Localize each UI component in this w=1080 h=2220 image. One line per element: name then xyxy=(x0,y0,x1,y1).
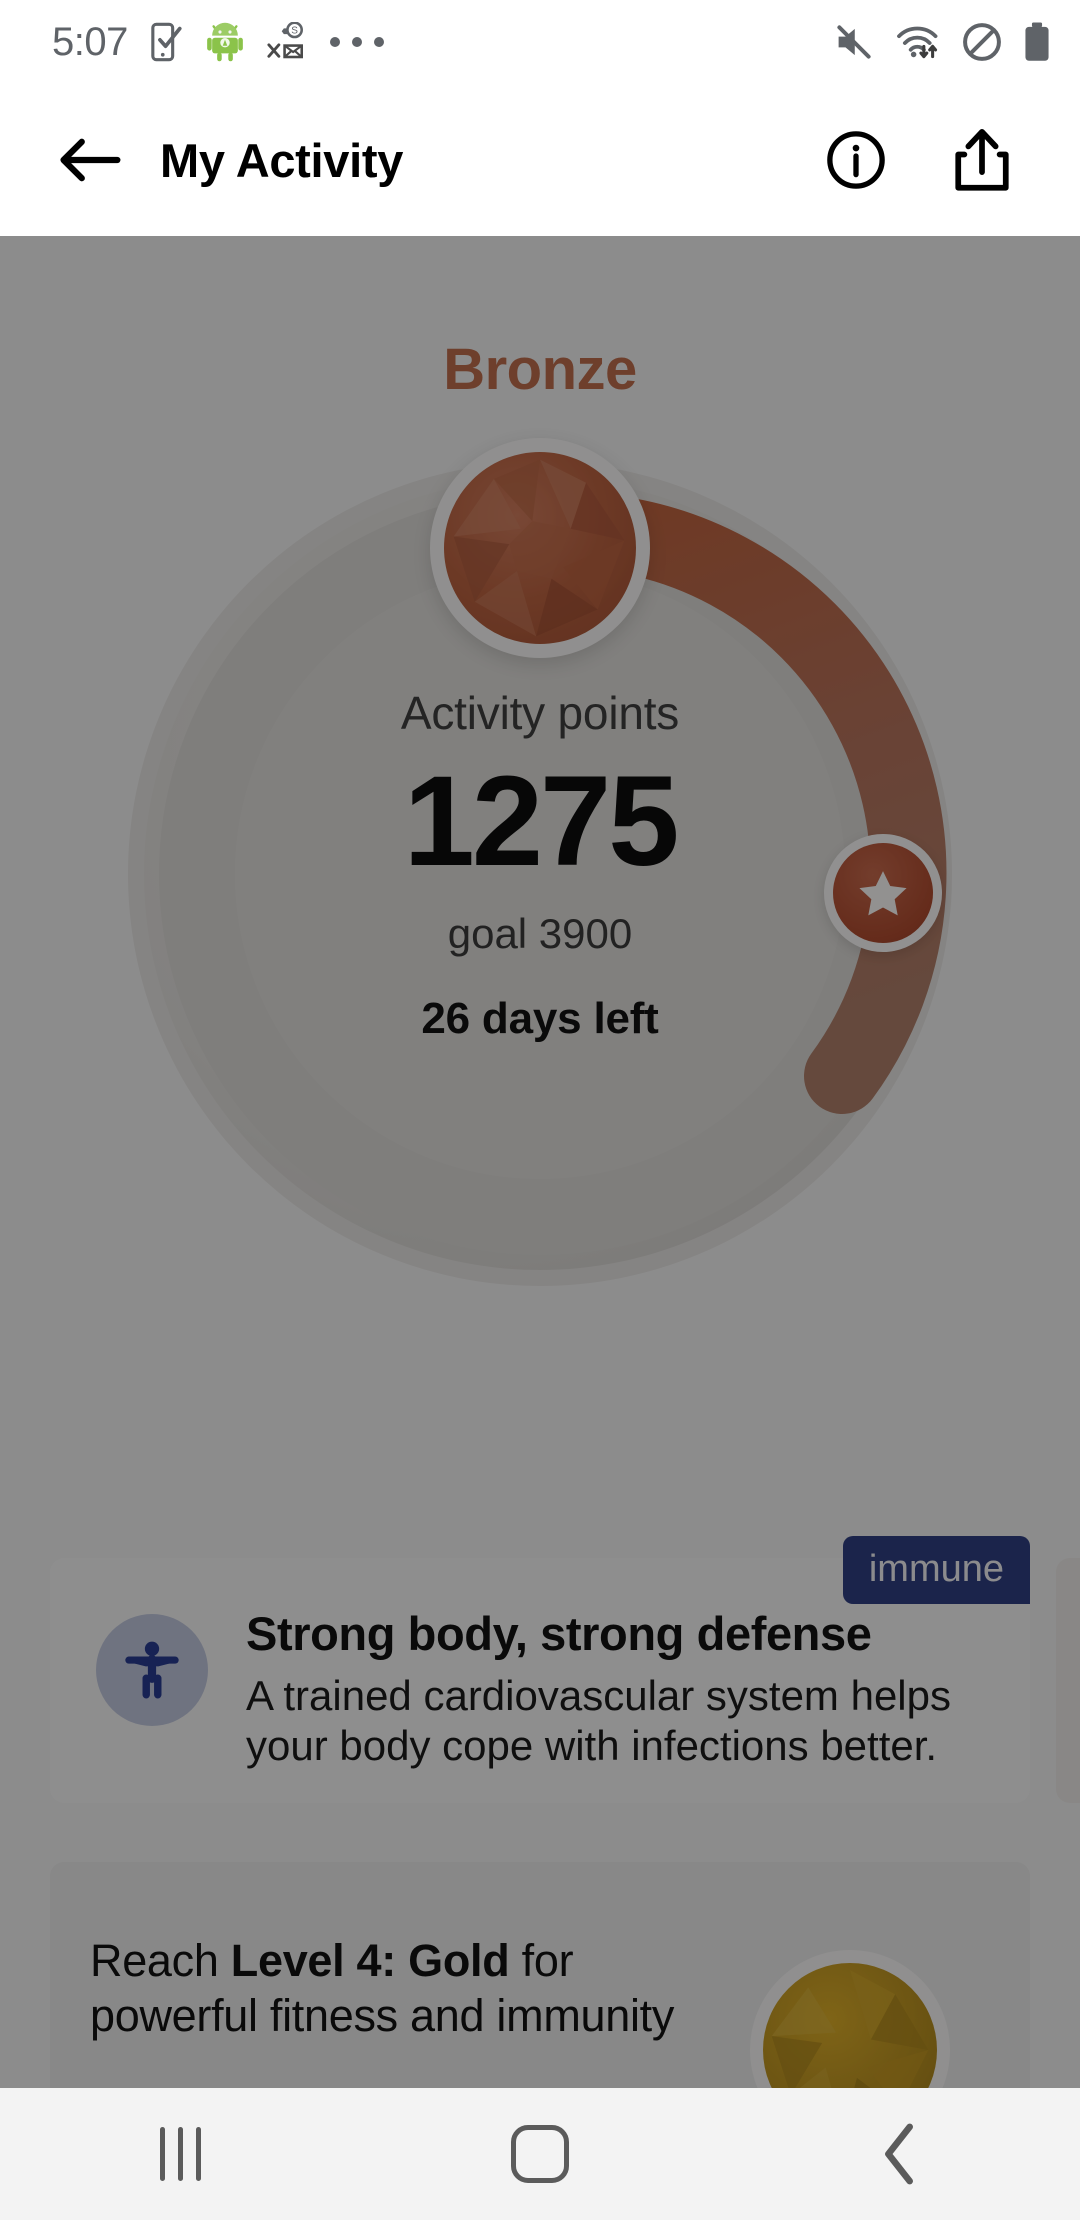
do-not-disturb-icon xyxy=(963,23,1001,61)
key-money-icon: S xyxy=(267,22,303,59)
next-level-text: Reach Level 4: Gold for powerful fitness… xyxy=(90,1934,730,2044)
status-bar-clock: 5:07 xyxy=(52,19,128,64)
nav-home-button[interactable] xyxy=(360,2088,720,2220)
recents-icon xyxy=(159,2127,201,2181)
tip-card-icon xyxy=(96,1614,208,1726)
status-bar-right xyxy=(834,21,1050,63)
tip-card-title: Strong body, strong defense xyxy=(246,1607,872,1660)
nav-back-button[interactable] xyxy=(720,2088,1080,2220)
status-badge: immune xyxy=(842,1536,1030,1604)
home-icon xyxy=(511,2125,569,2183)
back-arrow-icon xyxy=(60,138,121,182)
android-robot-icon xyxy=(207,22,243,62)
tip-card-carousel[interactable]: immune Strong body, strong defense A tra… xyxy=(0,1536,1080,1818)
level-title: Bronze xyxy=(443,337,637,402)
next-level-name: Level 4: Gold xyxy=(230,1935,510,1986)
activity-content: Bronze Activity points 1275 goal 3900 26… xyxy=(0,236,1080,2088)
activity-progress-ring: Activity points 1275 goal 3900 26 days l… xyxy=(0,438,1080,1316)
phone-check-icon xyxy=(151,22,182,62)
tip-card-body: A trained cardiovascular system helps yo… xyxy=(246,1672,951,1769)
tip-card-text: Strong body, strong defense A trained ca… xyxy=(246,1606,976,1771)
accessibility-person-icon xyxy=(125,1641,179,1699)
gold-gem-badge xyxy=(750,1950,950,2088)
back-button[interactable] xyxy=(44,114,136,206)
bronze-gem-badge xyxy=(430,438,650,658)
points-label: Activity points xyxy=(400,687,680,739)
battery-icon xyxy=(1025,22,1049,61)
mute-icon xyxy=(837,25,871,59)
gold-gem-icon xyxy=(763,1963,937,2088)
system-navigation-bar xyxy=(0,2088,1080,2220)
wifi-data-icon xyxy=(897,26,938,59)
points-goal: goal 3900 xyxy=(447,909,633,957)
next-level-prefix: Reach xyxy=(90,1935,231,1986)
share-icon xyxy=(955,128,1009,191)
status-bar-left: 5:07 S xyxy=(52,20,834,65)
bronze-gem-icon xyxy=(444,452,636,644)
tip-card-next-peek[interactable] xyxy=(1056,1558,1080,1803)
tip-card[interactable]: immune Strong body, strong defense A tra… xyxy=(50,1536,1030,1803)
overflow-dots-icon xyxy=(329,37,384,47)
nav-back-icon xyxy=(885,2123,913,2185)
app-bar: My Activity xyxy=(0,84,1080,236)
page-title: My Activity xyxy=(160,133,404,187)
points-value: 1275 xyxy=(403,750,680,893)
status-bar: 5:07 S xyxy=(0,0,1080,84)
days-left: 26 days left xyxy=(421,993,659,1043)
share-button[interactable] xyxy=(946,124,1018,196)
app-bar-actions xyxy=(820,124,1036,196)
info-button[interactable] xyxy=(820,124,892,196)
nav-recents-button[interactable] xyxy=(0,2088,360,2220)
svg-text:S: S xyxy=(291,26,298,37)
next-level-card[interactable]: Reach Level 4: Gold for powerful fitness… xyxy=(50,1862,1030,2088)
ring-center-stats: Activity points 1275 goal 3900 26 days l… xyxy=(0,686,1080,1044)
info-icon xyxy=(827,131,885,189)
